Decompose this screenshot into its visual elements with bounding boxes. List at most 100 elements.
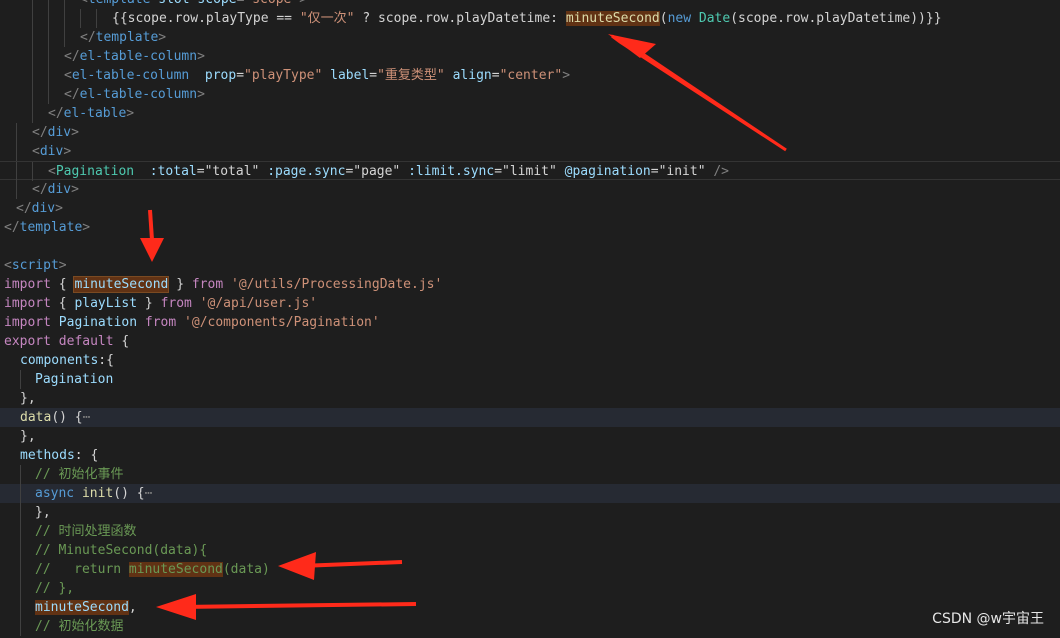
code-token: template	[19, 220, 83, 235]
code-token: el-table-column	[79, 49, 198, 64]
code-line[interactable]: <div>	[0, 142, 1060, 161]
code-token: >	[58, 258, 67, 273]
indent-guide	[20, 522, 21, 541]
code-token: <	[64, 68, 72, 83]
code-token: <	[80, 0, 88, 7]
code-token: =	[196, 164, 205, 179]
code-token: div	[47, 182, 72, 197]
code-line[interactable]: import { minuteSecond } from '@/utils/Pr…	[0, 275, 1060, 294]
code-line[interactable]: <template slot-scope="scope">	[0, 0, 1060, 9]
indent-guide	[48, 85, 49, 104]
code-token: >	[158, 30, 167, 45]
code-token: components	[20, 353, 99, 368]
code-token: :limit.sync	[408, 164, 495, 179]
code-line[interactable]: // 时间处理函数	[0, 522, 1060, 541]
indent-guide	[16, 142, 17, 161]
code-token: "total"	[204, 164, 260, 179]
code-line[interactable]: // },	[0, 579, 1060, 598]
code-line[interactable]: </template>	[0, 218, 1060, 237]
code-line[interactable]: import Pagination from '@/components/Pag…	[0, 313, 1060, 332]
code-token: >	[299, 0, 307, 7]
code-line[interactable]: // return minuteSecond(data)	[0, 560, 1060, 579]
code-line[interactable]: </div>	[0, 180, 1060, 199]
code-line[interactable]: </div>	[0, 123, 1060, 142]
code-token: '@/components/Pagination'	[184, 315, 380, 330]
code-line[interactable]: <script>	[0, 256, 1060, 275]
indent-guide	[20, 541, 21, 560]
code-token: ? scope.row.playDatetime:	[354, 11, 566, 26]
code-token: },	[35, 505, 51, 520]
code-token: </	[48, 106, 64, 121]
code-editor[interactable]: <template slot-scope="scope">{{scope.row…	[0, 0, 1060, 638]
indent-guide	[64, 9, 65, 28]
code-line[interactable]: </el-table-column>	[0, 85, 1060, 104]
code-line[interactable]: async init() {⋯	[0, 484, 1060, 503]
indent-guide	[32, 0, 33, 9]
code-line[interactable]: minuteSecond,	[0, 598, 1060, 617]
indent-guide	[48, 66, 49, 85]
indent-guide	[64, 28, 65, 47]
code-line[interactable]: {{scope.row.playType == "仅一次" ? scope.ro…	[0, 9, 1060, 28]
code-token: el-table	[63, 106, 127, 121]
code-line[interactable]: </template>	[0, 28, 1060, 47]
code-line[interactable]: // 初始化数据	[0, 617, 1060, 636]
code-token: >	[71, 182, 79, 197]
code-line[interactable]: <el-table-column prop="playType" label="…	[0, 66, 1060, 85]
indent-guide	[48, 0, 49, 9]
code-token: >	[63, 144, 72, 159]
code-line[interactable]: data() {⋯	[0, 408, 1060, 427]
code-token: </	[64, 87, 80, 102]
indent-guide	[64, 0, 65, 9]
code-line[interactable]: Pagination	[0, 370, 1060, 389]
code-token: :page.sync	[267, 164, 346, 179]
code-line[interactable]: </el-table-column>	[0, 47, 1060, 66]
code-token: el-table-column	[71, 68, 190, 83]
code-token: prop	[204, 68, 237, 83]
code-token: div	[47, 125, 72, 140]
indent-guide	[48, 9, 49, 28]
code-line[interactable]: },	[0, 389, 1060, 408]
code-token: "重复类型"	[377, 68, 445, 83]
code-line[interactable]: // 初始化事件	[0, 465, 1060, 484]
code-token: (scope.row.playDatetime))}}	[730, 11, 942, 26]
code-line[interactable]: </div>	[0, 199, 1060, 218]
code-token: // 初始化数据	[35, 619, 124, 634]
indent-guide	[32, 9, 33, 28]
code-token: @pagination	[564, 164, 651, 179]
indent-guide	[48, 47, 49, 66]
code-line[interactable]	[0, 237, 1060, 256]
code-line[interactable]: methods: {	[0, 446, 1060, 465]
indent-guide	[32, 104, 33, 123]
code-token: (data)	[222, 562, 270, 577]
code-line[interactable]: import { playList } from '@/api/user.js'	[0, 294, 1060, 313]
code-line[interactable]: },	[0, 503, 1060, 522]
code-line[interactable]: },	[0, 427, 1060, 446]
code-token: : {	[74, 448, 99, 463]
code-line[interactable]: // MinuteSecond(data){	[0, 541, 1060, 560]
code-token: }	[168, 277, 192, 292]
code-line[interactable]: export default {	[0, 332, 1060, 351]
code-token: (	[659, 11, 668, 26]
code-line[interactable]: components:{	[0, 351, 1060, 370]
code-token: "page"	[353, 164, 401, 179]
code-token: "scope"	[244, 0, 299, 7]
indent-guide	[20, 617, 21, 636]
code-token: div	[31, 201, 56, 216]
code-token: script	[11, 258, 59, 273]
code-line[interactable]: <Pagination :total="total" :page.sync="p…	[0, 161, 1060, 181]
code-token: "playType"	[244, 68, 323, 83]
code-token: methods	[20, 448, 75, 463]
code-token: ,	[128, 600, 137, 615]
code-token: from	[160, 296, 192, 311]
highlighted-token: minuteSecond	[128, 562, 223, 577]
code-token: playList	[74, 296, 138, 311]
code-line[interactable]: </el-table>	[0, 104, 1060, 123]
indent-guide	[32, 28, 33, 47]
